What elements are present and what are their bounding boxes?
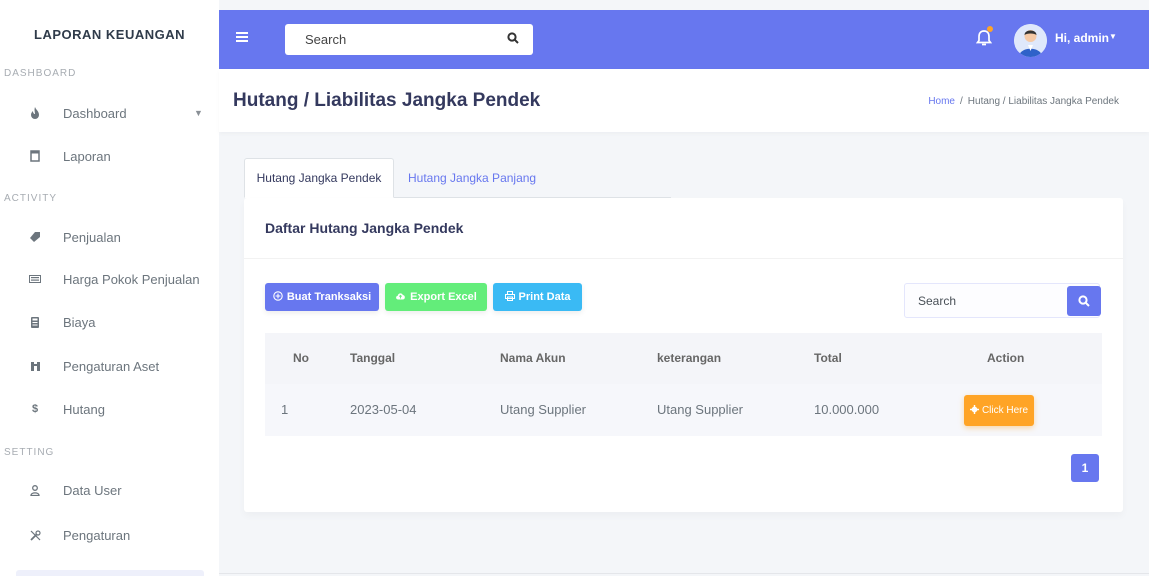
cell-tanggal: 2023-05-04 [350, 402, 417, 417]
breadcrumb-current: Hutang / Liabilitas Jangka Pendek [967, 96, 1119, 107]
sidebar-item-label: Laporan [63, 148, 111, 164]
sidebar-item-label: Dashboard [63, 105, 127, 121]
section-label-dashboard: DASHBOARD [4, 68, 77, 79]
pagination-page-1[interactable]: 1 [1071, 454, 1099, 482]
create-transaction-label: Buat Tranksaksi [286, 291, 372, 303]
column-header-action[interactable]: Action [987, 351, 1024, 365]
building-icon [26, 361, 44, 371]
search-placeholder: Search [305, 32, 347, 47]
table-search-placeholder: Search [918, 294, 957, 308]
dollar-icon: $ [31, 403, 39, 415]
search-icon[interactable] [507, 32, 519, 47]
card-title: Daftar Hutang Jangka Pendek [265, 220, 464, 236]
calculator-icon [26, 316, 44, 328]
sidebar: LAPORAN KEUANGAN DASHBOARD Dashboard ▼ L… [0, 0, 219, 576]
tag-icon [26, 232, 44, 242]
tab-hutang-jangka-panjang[interactable]: Hutang Jangka Panjang [408, 158, 536, 198]
debt-list-card: Daftar Hutang Jangka Pendek Buat Tranksa… [244, 198, 1123, 512]
sidebar-item-harga-pokok-penjualan[interactable]: Harga Pokok Penjualan [0, 258, 219, 300]
topbar: Search Hi, admin ▼ [219, 10, 1149, 69]
search-input[interactable]: Search [285, 24, 533, 55]
page-header: Hutang / Liabilitas Jangka Pendek Home / H… [219, 69, 1149, 132]
user-greeting[interactable]: Hi, admin [1055, 31, 1109, 45]
avatar[interactable] [1014, 24, 1047, 57]
plus-circle-icon [273, 290, 283, 304]
sidebar-item-data-user[interactable]: Data User [0, 469, 219, 511]
tools-icon [26, 529, 44, 541]
notification-dot [987, 26, 993, 32]
export-excel-button[interactable]: Export Excel [385, 283, 487, 311]
chevron-down-icon[interactable]: ▼ [1109, 32, 1117, 41]
sidebar-item-label: Pengaturan Aset [63, 358, 160, 374]
cell-no: 1 [281, 402, 289, 417]
search-icon [1078, 295, 1090, 307]
menu-icon[interactable] [236, 32, 248, 42]
sidebar-item-hutang[interactable]: $ Hutang [0, 388, 219, 430]
tab-bar: Hutang Jangka Pendek Hutang Jangka Panja… [244, 158, 671, 198]
user-icon [26, 484, 44, 496]
sidebar-item-biaya[interactable]: Biaya [0, 301, 219, 343]
table-search-button[interactable] [1067, 286, 1101, 316]
print-data-label: Print Data [518, 291, 571, 303]
table-row: 1 2023-05-04 Utang Supplier Utang Suppli… [265, 384, 1102, 436]
brand-title[interactable]: LAPORAN KEUANGAN [0, 0, 219, 68]
export-excel-label: Export Excel [410, 291, 477, 303]
sidebar-item-pengaturan-aset[interactable]: Pengaturan Aset [0, 345, 219, 387]
cloud-upload-icon [395, 291, 406, 303]
breadcrumb-separator: / [960, 96, 963, 107]
column-header-tanggal[interactable]: Tanggal [350, 351, 395, 365]
breadcrumb: Home / Hutang / Liabilitas Jangka Pendek [928, 96, 1119, 107]
sidebar-item-pengaturan[interactable]: Pengaturan [0, 514, 219, 556]
chevron-down-icon: ▼ [194, 108, 203, 118]
file-icon [26, 150, 44, 162]
sidebar-item-penjualan[interactable]: Penjualan [0, 216, 219, 258]
column-header-total[interactable]: Total [814, 351, 842, 365]
create-transaction-button[interactable]: Buat Tranksaksi [265, 283, 379, 311]
tab-hutang-jangka-pendek[interactable]: Hutang Jangka Pendek [244, 158, 394, 198]
sidebar-item-label: Biaya [63, 314, 96, 330]
column-header-keterangan[interactable]: keterangan [657, 351, 721, 365]
cell-nama-akun: Utang Supplier [500, 402, 586, 417]
sidebar-item-dashboard[interactable]: Dashboard ▼ [0, 92, 219, 134]
action-click-here-button[interactable]: Click Here [964, 395, 1034, 426]
breadcrumb-home-link[interactable]: Home [928, 96, 955, 107]
column-header-nama-akun[interactable]: Nama Akun [500, 351, 566, 365]
money-icon [26, 275, 44, 283]
cell-keterangan: Utang Supplier [657, 402, 743, 417]
sidebar-item-label: Pengaturan [63, 527, 131, 543]
sidebar-item-label: Hutang [63, 401, 105, 417]
print-data-button[interactable]: Print Data [493, 283, 582, 311]
footer-divider [219, 573, 1149, 574]
section-label-setting: SETTING [4, 447, 55, 458]
sidebar-item-laporan[interactable]: Laporan [0, 135, 219, 177]
sidebar-item-label: Penjualan [63, 229, 121, 245]
gear-icon [969, 405, 979, 416]
action-button-label: Click Here [981, 405, 1029, 416]
fire-icon [26, 107, 44, 119]
sidebar-footer-strip [16, 570, 204, 576]
printer-icon [504, 290, 515, 304]
sidebar-item-label: Data User [63, 482, 122, 498]
table-header: No Tanggal Nama Akun keterangan Total Ac… [265, 333, 1102, 384]
page-title: Hutang / Liabilitas Jangka Pendek [233, 90, 541, 111]
card-divider [244, 258, 1123, 259]
cell-total: 10.000.000 [814, 402, 880, 417]
section-label-activity: ACTIVITY [4, 193, 58, 204]
sidebar-item-label: Harga Pokok Penjualan [63, 271, 200, 287]
column-header-no[interactable]: No [293, 351, 309, 365]
